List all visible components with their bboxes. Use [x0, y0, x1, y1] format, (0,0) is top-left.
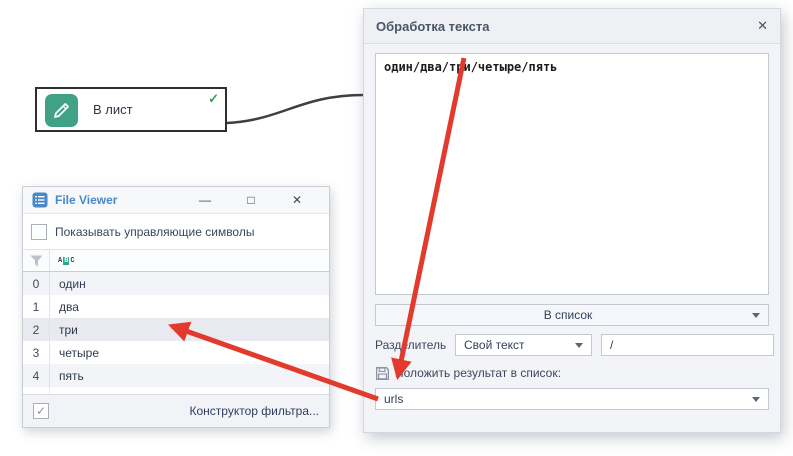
separator-value-input[interactable]: [601, 334, 774, 356]
abc-b: B: [63, 257, 69, 265]
file-viewer-footer: ✓ Конструктор фильтра...: [23, 394, 329, 427]
panel-title: Обработка текста: [376, 19, 757, 34]
row-value: четыре: [50, 341, 99, 364]
list-icon: [32, 192, 48, 208]
chevron-down-icon: [752, 313, 760, 318]
footer-checkbox[interactable]: ✓: [33, 403, 49, 419]
minimize-button[interactable]: —: [182, 193, 228, 207]
result-list-value: urls: [384, 392, 752, 406]
separator-row: Разделитель Свой текст: [375, 334, 769, 356]
workflow-node-to-list[interactable]: В лист ✓: [35, 87, 227, 132]
panel-header: Обработка текста ✕: [364, 9, 780, 44]
show-control-chars-label: Показывать управляющие символы: [55, 225, 254, 239]
table-row[interactable]: 4 пять: [23, 364, 329, 387]
show-control-chars-row: Показывать управляющие символы: [23, 214, 329, 249]
file-viewer-titlebar[interactable]: File Viewer — □ ✕: [23, 187, 329, 214]
node-label: В лист: [93, 89, 133, 130]
save-result-row: Положить результат в список:: [375, 364, 769, 382]
source-text-input[interactable]: один/два/три/четыре/пять: [375, 53, 769, 295]
show-control-chars-checkbox[interactable]: [31, 224, 47, 240]
table-row[interactable]: 3 четыре: [23, 341, 329, 364]
save-result-label: Положить результат в список:: [395, 366, 561, 380]
grid-header: ABC: [23, 249, 329, 272]
mode-selector-dropdown[interactable]: В список: [375, 304, 769, 326]
file-viewer-window: File Viewer — □ ✕ Показывать управляющие…: [22, 186, 330, 428]
chevron-down-icon: [752, 397, 760, 402]
row-value: один: [50, 272, 86, 295]
mode-selector-value: В список: [384, 308, 752, 322]
row-value: пять: [50, 364, 84, 387]
separator-type-value: Свой текст: [464, 338, 575, 352]
pencil-icon: [45, 94, 78, 127]
chevron-down-icon: [575, 343, 583, 348]
row-index: 4: [23, 364, 50, 387]
separator-type-dropdown[interactable]: Свой текст: [455, 334, 592, 356]
result-list-combobox[interactable]: urls: [375, 388, 769, 410]
node-success-check-icon: ✓: [208, 91, 219, 107]
row-index: 0: [23, 272, 50, 295]
row-value: три: [50, 318, 78, 341]
row-index: 2: [23, 318, 50, 341]
panel-body: один/два/три/четыре/пять В список Раздел…: [364, 44, 780, 432]
window-title: File Viewer: [55, 193, 182, 207]
table-row[interactable]: 0 один: [23, 272, 329, 295]
save-icon: [375, 366, 390, 381]
table-row[interactable]: 1 два: [23, 295, 329, 318]
table-empty-area: [23, 387, 329, 394]
text-processing-panel: Обработка текста ✕ один/два/три/четыре/п…: [363, 8, 781, 433]
close-button[interactable]: ✕: [274, 193, 320, 207]
separator-label: Разделитель: [375, 338, 455, 352]
abc-a: A: [58, 257, 62, 265]
panel-close-icon[interactable]: ✕: [757, 18, 768, 34]
column-type-abc-icon[interactable]: ABC: [58, 257, 75, 265]
row-index: 3: [23, 341, 50, 364]
filter-builder-link[interactable]: Конструктор фильтра...: [190, 404, 320, 418]
abc-c: C: [70, 257, 74, 265]
row-value: два: [50, 295, 79, 318]
row-index: 1: [23, 295, 50, 318]
maximize-button[interactable]: □: [228, 193, 274, 207]
table-row[interactable]: 2 три: [23, 318, 329, 341]
filter-icon[interactable]: [23, 250, 50, 271]
